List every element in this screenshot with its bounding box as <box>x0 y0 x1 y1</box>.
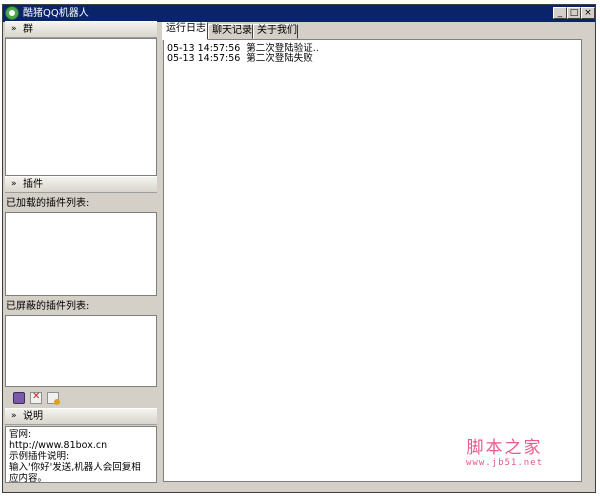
window-title: 酷猪QQ机器人 <box>23 8 89 19</box>
blocked-plugins-list[interactable] <box>5 315 157 387</box>
add-icon[interactable] <box>47 392 60 405</box>
description-line: 官网: <box>9 429 32 440</box>
app-icon <box>5 6 19 20</box>
maximize-button[interactable]: □ <box>567 7 581 19</box>
tab-about-us[interactable]: 关于我们 <box>253 24 298 39</box>
delete-icon[interactable] <box>30 391 42 404</box>
watermark-url: www.jb51.net <box>466 458 544 468</box>
group-list[interactable] <box>5 38 157 176</box>
watermark: 脚本之家 www.jb51.net <box>466 438 543 469</box>
tab-run-log[interactable]: 运行日志 <box>162 22 208 40</box>
description-section-header[interactable]: » 说明 <box>5 408 157 425</box>
description-line: 输入'你好'发送,机器人会回复相 <box>9 462 141 473</box>
description-line: 应内容。 <box>9 473 48 484</box>
description-text: 官网: http://www.81box.cn 示例插件说明: 输入'你好'发送… <box>5 426 157 484</box>
chevron-collapse-icon[interactable]: » <box>11 177 17 192</box>
log-timestamp: 05-13 14:57:56 <box>167 53 241 64</box>
log-entry: 05-13 14:57:56 第二次登陆失败 <box>167 54 578 64</box>
group-section-header[interactable]: » 群 <box>5 21 157 38</box>
description-line: 示例插件说明: <box>9 451 70 462</box>
chevron-collapse-icon[interactable]: » <box>11 22 17 37</box>
description-link[interactable]: http://www.81box.cn <box>9 440 153 451</box>
log-message: 第二次登陆失败 <box>246 53 313 64</box>
group-section-title: 群 <box>23 24 33 35</box>
minimize-button[interactable]: _ <box>553 7 567 19</box>
chevron-collapse-icon[interactable]: » <box>11 409 17 424</box>
plugin-icon[interactable] <box>13 392 25 404</box>
blocked-plugins-label: 已屏蔽的插件列表: <box>5 298 157 315</box>
loaded-plugins-list[interactable] <box>5 212 157 296</box>
log-panel[interactable]: 05-13 14:57:56 第二次登陆验证.. 05-13 14:57:56 第二… <box>163 39 582 482</box>
plugin-section-header[interactable]: » 插件 <box>5 176 157 193</box>
close-button[interactable]: × <box>581 7 595 19</box>
loaded-plugins-label: 已加载的插件列表: <box>5 195 157 212</box>
plugin-toolbar <box>5 388 157 408</box>
title-bar[interactable]: 酷猪QQ机器人 _ □ × <box>3 5 595 22</box>
plugin-section-title: 插件 <box>23 179 43 190</box>
tab-chat-history[interactable]: 聊天记录 <box>208 24 253 39</box>
left-panel: » 群 » 插件 已加载的插件列表: 已屏蔽的插件列表: » 说明 官网: ht… <box>5 21 157 484</box>
description-section-title: 说明 <box>23 411 43 422</box>
watermark-logo-text: 脚本之家 <box>466 438 543 458</box>
